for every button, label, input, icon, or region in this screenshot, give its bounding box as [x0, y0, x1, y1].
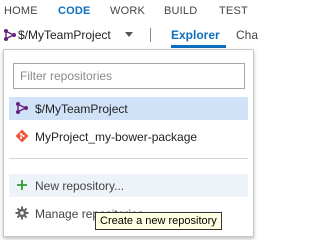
- tooltip: Create a new repository: [95, 212, 222, 230]
- repo-item-my-bower-package[interactable]: MyProject_my-bower-package: [9, 125, 248, 148]
- tfvc-icon: [16, 102, 28, 114]
- nav-build[interactable]: BUILD: [164, 5, 197, 17]
- project-bar: $/MyTeamProject Explorer Cha: [0, 22, 258, 48]
- repo-item-label: MyProject_my-bower-package: [35, 130, 198, 144]
- new-repository-label: New repository...: [35, 179, 125, 193]
- project-selector[interactable]: $/MyTeamProject: [0, 22, 140, 48]
- new-repository-button[interactable]: New repository...: [9, 174, 248, 197]
- tab-explorer-underline: [171, 45, 226, 48]
- tab-changesets[interactable]: Cha: [236, 28, 258, 42]
- repo-item-myteamproject[interactable]: $/MyTeamProject: [9, 97, 248, 120]
- repo-item-label: $/MyTeamProject: [35, 102, 128, 116]
- plus-icon: [17, 180, 27, 190]
- git-icon: [15, 129, 29, 143]
- project-name: $/MyTeamProject: [18, 28, 111, 42]
- menu-divider: [9, 158, 248, 159]
- nav-test[interactable]: TEST: [219, 5, 248, 17]
- tab-explorer[interactable]: Explorer: [171, 28, 220, 42]
- nav-code[interactable]: CODE: [58, 5, 91, 17]
- tfvc-icon: [4, 29, 16, 41]
- gear-icon: [15, 206, 29, 220]
- nav-home[interactable]: HOME: [4, 5, 38, 17]
- top-navigation: HOME CODE WORK BUILD TEST: [0, 0, 258, 22]
- chevron-down-icon: [125, 32, 133, 37]
- filter-repositories-input[interactable]: [13, 63, 245, 89]
- nav-work[interactable]: WORK: [110, 5, 145, 17]
- separator: [150, 28, 151, 42]
- repository-dropdown: $/MyTeamProject MyProject_my-bower-packa…: [3, 49, 254, 237]
